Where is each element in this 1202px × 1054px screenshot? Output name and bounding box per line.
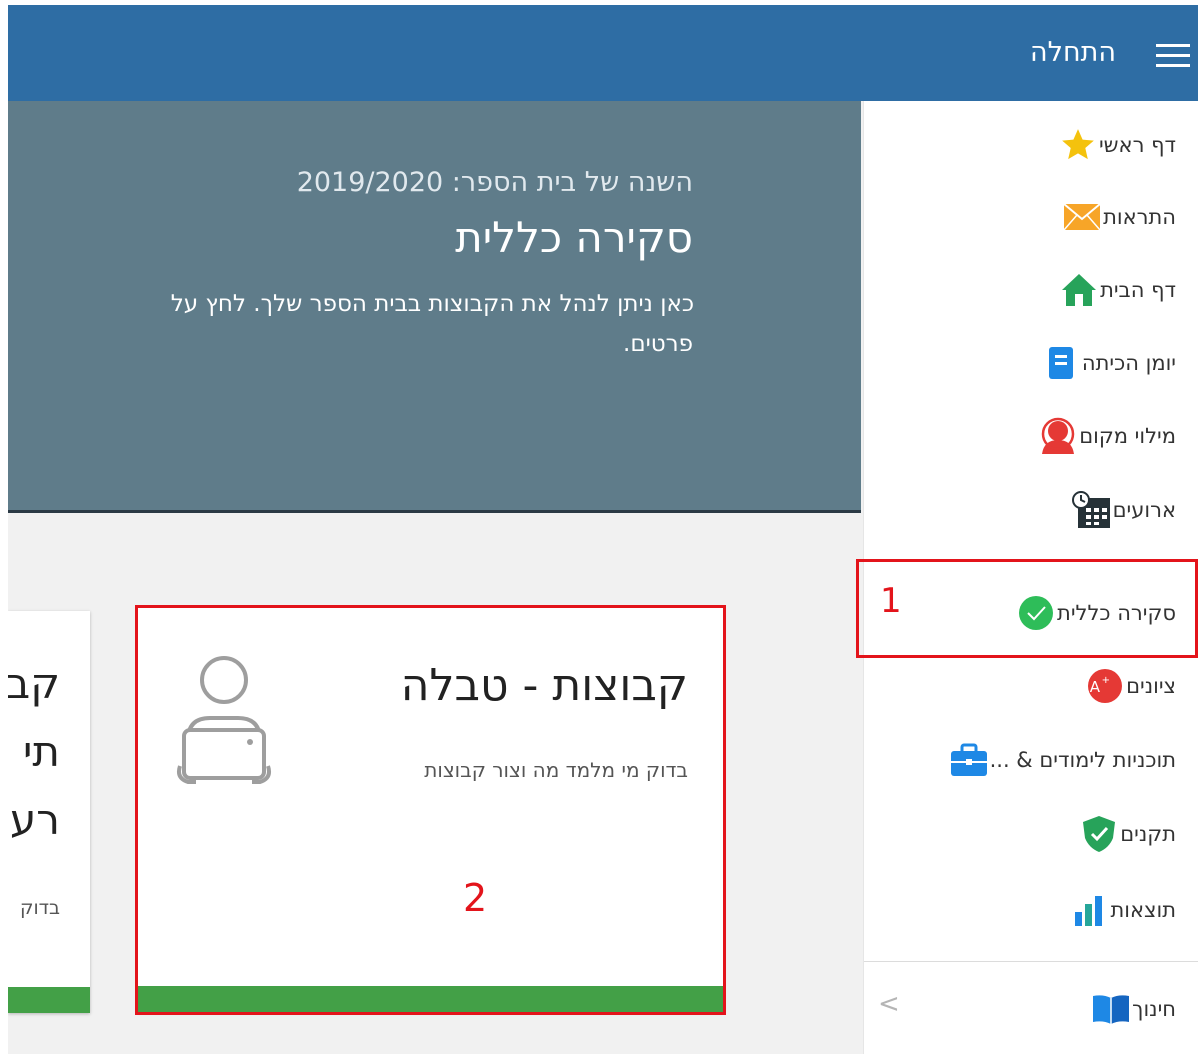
sidebar-item-class-diary[interactable]: יומן הכיתה xyxy=(1040,340,1182,386)
annotation-number: 1 xyxy=(880,581,902,621)
check-circle-icon xyxy=(1015,592,1057,634)
bar-chart-icon xyxy=(1068,889,1110,931)
app-title: התחלה xyxy=(1029,37,1116,68)
person-laptop-icon xyxy=(177,656,271,784)
sidebar-item-label: תוצאות xyxy=(1110,898,1176,922)
sidebar-item-substitution[interactable]: מילוי מקום xyxy=(1037,413,1182,459)
star-icon xyxy=(1057,124,1099,166)
banner-description-continued: פרטים. xyxy=(623,331,693,357)
sidebar: דף ראשי התראות דף הבית יומן הכיתה מילוי … xyxy=(856,101,1198,1054)
sidebar-item-label: סקירה כללית xyxy=(1057,601,1176,625)
svg-text:A: A xyxy=(1090,678,1101,696)
shield-check-icon xyxy=(1078,813,1120,855)
card-title-line: רע xyxy=(10,795,60,844)
sidebar-divider xyxy=(864,961,1198,962)
card-description: בדוק מי מלמד מה וצור קבוצות xyxy=(424,758,688,782)
notebook-icon xyxy=(1040,342,1082,384)
card-title-line: קב xyxy=(8,659,60,708)
substitute-person-icon xyxy=(1037,415,1079,457)
sidebar-item-education[interactable]: חינוך xyxy=(1090,986,1182,1032)
card-description: בדוק xyxy=(19,897,60,919)
calendar-clock-icon xyxy=(1071,489,1113,531)
sidebar-item-homepage[interactable]: דף הבית xyxy=(1058,267,1182,313)
sidebar-item-label: התראות xyxy=(1103,205,1176,229)
collapse-chevron-icon[interactable]: < xyxy=(878,989,900,1019)
annotation-number: 2 xyxy=(463,876,488,920)
card-accent-bar xyxy=(8,987,90,1013)
sidebar-item-grades[interactable]: A + ציונים xyxy=(1084,663,1182,709)
envelope-icon xyxy=(1061,196,1103,238)
hamburger-menu-icon[interactable] xyxy=(1154,40,1190,70)
sidebar-item-standards[interactable]: תקנים xyxy=(1078,811,1182,857)
partial-card[interactable]: קב תי רע בדוק xyxy=(8,611,90,1013)
sidebar-item-events[interactable]: ארועים xyxy=(1071,487,1182,533)
sidebar-item-label: יומן הכיתה xyxy=(1081,351,1176,375)
sidebar-item-overview[interactable]: סקירה כללית xyxy=(1015,590,1182,636)
open-book-icon xyxy=(1090,988,1132,1030)
card-accent-bar xyxy=(138,986,723,1012)
sidebar-item-label: דף ראשי xyxy=(1098,133,1176,157)
sidebar-item-notifications[interactable]: התראות xyxy=(1061,194,1182,240)
sidebar-item-results[interactable]: תוצאות xyxy=(1068,887,1182,933)
sidebar-item-label: חינוך xyxy=(1132,997,1176,1021)
overview-banner: השנה של בית הספר: 2019/2020 סקירה כללית … xyxy=(8,101,861,513)
home-icon xyxy=(1058,269,1100,311)
card-title-line: תי xyxy=(23,727,60,776)
top-bar: התחלה xyxy=(8,5,1198,101)
school-year-label: השנה של בית הספר: 2019/2020 xyxy=(296,167,693,198)
sidebar-item-label: ארועים xyxy=(1112,498,1176,522)
page-title: סקירה כללית xyxy=(455,213,693,262)
banner-description: כאן ניתן לנהל את הקבוצות בבית הספר שלך. … xyxy=(170,291,694,317)
svg-text:+: + xyxy=(1102,675,1110,686)
sidebar-item-home-main[interactable]: דף ראשי xyxy=(1057,122,1182,168)
groups-table-card[interactable]: קבוצות - טבלה בדוק מי מלמד מה וצור קבוצו… xyxy=(135,605,726,1015)
card-title: קבוצות - טבלה xyxy=(400,660,688,711)
sidebar-item-curricula[interactable]: תוכניות לימודים & ... xyxy=(948,737,1182,783)
sidebar-item-label: מילוי מקום xyxy=(1079,424,1176,448)
grade-a-icon: A + xyxy=(1084,665,1126,707)
sidebar-item-label: דף הבית xyxy=(1100,278,1176,302)
sidebar-item-label: תקנים xyxy=(1120,822,1176,846)
main-content: השנה של בית הספר: 2019/2020 סקירה כללית … xyxy=(8,101,863,1054)
briefcase-icon xyxy=(948,739,990,781)
sidebar-item-label: תוכניות לימודים & ... xyxy=(989,748,1176,772)
sidebar-item-label: ציונים xyxy=(1126,674,1176,698)
